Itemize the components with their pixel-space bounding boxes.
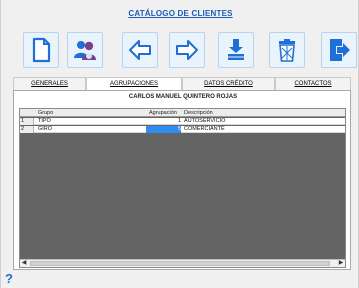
trash-icon (279, 39, 295, 62)
exit-icon (330, 39, 350, 61)
toolbar (1, 30, 359, 70)
scroll-left-icon[interactable]: ◀ (20, 260, 28, 267)
table-row[interactable]: 1 TIPO 1 AUTOSERVICIO (20, 118, 345, 125)
tab-contactos[interactable]: CONTACTOS (275, 77, 351, 90)
scroll-right-icon[interactable]: ▶ (337, 260, 345, 267)
users-icon (74, 41, 96, 60)
table-row[interactable]: 2 GIRO 5 COMERCIANTE (20, 126, 345, 133)
column-header-agrupacion[interactable]: Agrupación (149, 110, 177, 116)
new-button[interactable] (23, 32, 59, 68)
catalog-window: CATÁLOGO DE CLIENTES GENERALES AGRUPACIO… (0, 0, 359, 288)
arrow-right-icon (176, 40, 198, 60)
cell-agrupacion[interactable]: 1 (146, 118, 181, 125)
help-icon[interactable]: ? (2, 271, 16, 287)
tab-generales[interactable]: GENERALES (13, 77, 86, 90)
column-header-descripcion[interactable]: Descripción (184, 110, 213, 116)
horizontal-scrollbar[interactable]: ◀ ▶ (20, 259, 345, 267)
agrupaciones-grid[interactable]: Grupo Agrupación Descripción 1 TIPO 1 AU… (19, 108, 346, 268)
column-header-grupo[interactable]: Grupo (38, 110, 53, 116)
grid-header: Grupo Agrupación Descripción (20, 109, 345, 117)
client-name: CARLOS MANUEL QUINTERO ROJAS (128, 94, 238, 100)
tab-strip: GENERALES AGRUPACIONES DATOS CRÉDITO CON… (13, 77, 351, 90)
title-bar: CATÁLOGO DE CLIENTES (1, 0, 359, 28)
next-button[interactable] (169, 32, 205, 68)
cell-agrupacion-selected[interactable]: 5 (146, 126, 181, 133)
save-stack-icon (228, 39, 244, 60)
window-title: CATÁLOGO DE CLIENTES (128, 9, 233, 18)
cell-grupo[interactable]: TIPO (38, 118, 51, 125)
cell-grupo[interactable]: GIRO (38, 126, 52, 133)
arrow-left-icon (129, 40, 151, 60)
cell-descripcion[interactable]: COMERCIANTE (184, 126, 225, 133)
scroll-thumb[interactable] (30, 261, 330, 266)
users-button[interactable] (67, 32, 103, 68)
row-number[interactable]: 2 (20, 126, 34, 133)
previous-button[interactable] (122, 32, 158, 68)
cell-descripcion[interactable]: AUTOSERVICIO (184, 118, 225, 125)
agrupaciones-panel: CARLOS MANUEL QUINTERO ROJAS Grupo Agrup… (13, 90, 351, 270)
exit-button[interactable] (321, 32, 357, 68)
save-button[interactable] (218, 32, 254, 68)
row-number[interactable]: 1 (20, 118, 34, 125)
tab-datos-credito[interactable]: DATOS CRÉDITO (182, 77, 275, 90)
document-icon (32, 37, 51, 63)
tab-agrupaciones[interactable]: AGRUPACIONES (86, 77, 182, 90)
delete-button[interactable] (269, 32, 305, 68)
